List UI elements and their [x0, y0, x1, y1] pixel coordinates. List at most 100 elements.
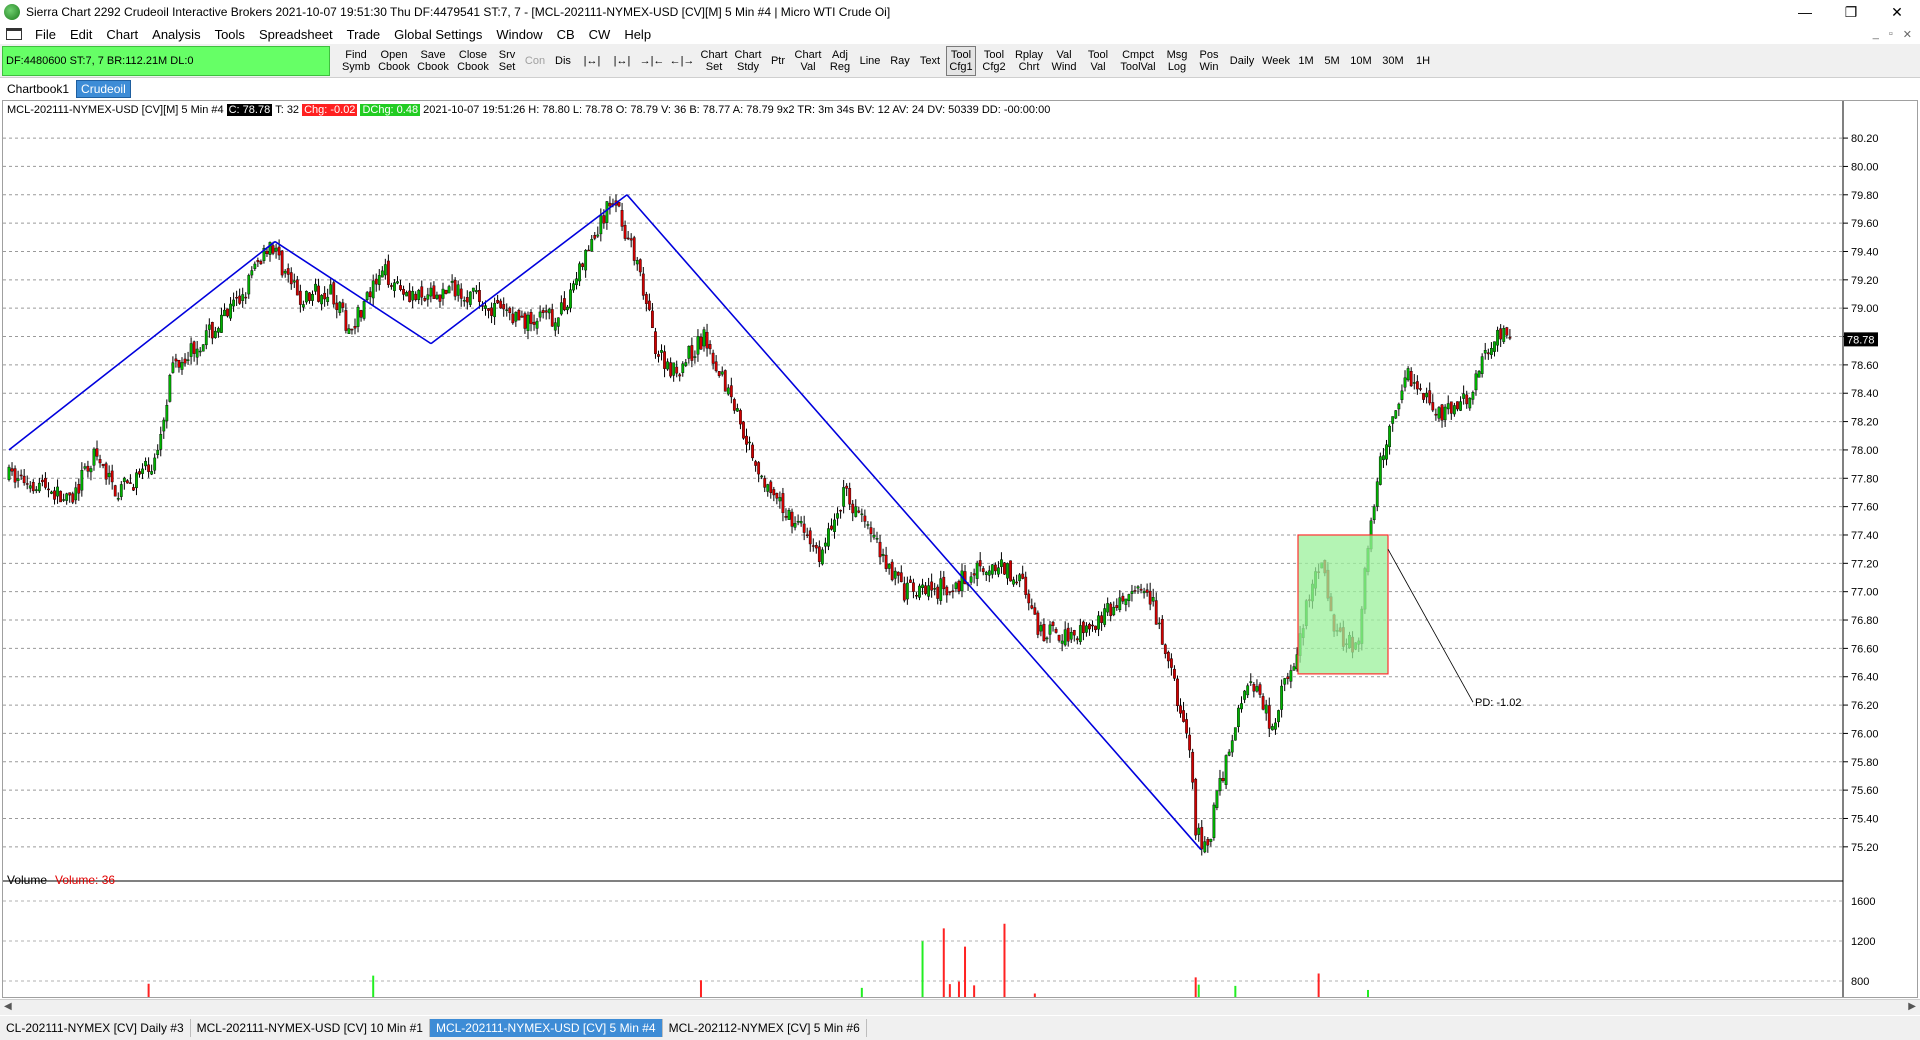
candle-body	[814, 544, 818, 549]
tool-val-button[interactable]: Tool Val	[1082, 46, 1114, 76]
candle-body	[517, 309, 521, 321]
candle-body	[1378, 456, 1382, 485]
menu-edit[interactable]: Edit	[63, 27, 99, 42]
candle-body	[162, 419, 166, 432]
menu-chart[interactable]: Chart	[99, 27, 145, 42]
chart-tab-mcl-202112-5min[interactable]: MCL-202112-NYMEX [CV] 5 Min #6	[663, 1019, 867, 1037]
scroll-left-icon[interactable]: ◀	[4, 1001, 12, 1012]
tool-cfg1-button[interactable]: Tool Cfg1	[946, 46, 976, 76]
1m-button[interactable]: 1M	[1294, 46, 1318, 76]
ray-button[interactable]: Ray	[886, 46, 914, 76]
candle-body	[939, 578, 943, 601]
highlight-rectangle	[1297, 534, 1389, 675]
system-menu-icon[interactable]	[6, 28, 22, 40]
5m-button[interactable]: 5M	[1320, 46, 1344, 76]
chart-header: MCL-202111-NYMEX-USD [CV][M] 5 Min #4 C:…	[7, 103, 1050, 117]
con-button[interactable]: Con	[522, 46, 548, 76]
menu-analysis[interactable]: Analysis	[145, 27, 207, 42]
30m-button[interactable]: 30M	[1378, 46, 1408, 76]
srv-set-button[interactable]: Srv Set	[494, 46, 520, 76]
menu-window[interactable]: Window	[489, 27, 549, 42]
candle-body	[1088, 623, 1091, 630]
week-button[interactable]: Week	[1260, 46, 1292, 76]
menu-tools[interactable]: Tools	[208, 27, 252, 42]
tool-8-button[interactable]: |↔|	[608, 46, 636, 76]
close-button[interactable]: ✕	[1874, 0, 1920, 24]
cmpct-toolval-button[interactable]: Cmpct ToolVal	[1116, 46, 1160, 76]
candle-body	[1124, 598, 1128, 605]
text-button[interactable]: Text	[916, 46, 944, 76]
candle-body	[990, 564, 994, 575]
candle-body	[745, 435, 748, 445]
candle-body	[1505, 327, 1509, 336]
tool-cfg2-button[interactable]: Tool Cfg2	[978, 46, 1010, 76]
tool-7-button[interactable]: |↔|	[578, 46, 606, 76]
chart-set-button[interactable]: Chart Set	[698, 46, 730, 76]
chart-stdy-button[interactable]: Chart Stdy	[732, 46, 764, 76]
close-cbook-button[interactable]: Close Cbook	[454, 46, 492, 76]
adj-reg-button[interactable]: Adj Reg	[826, 46, 854, 76]
chartbook-tab-crudeoil[interactable]: Crudeoil	[76, 80, 131, 98]
open-cbook-button[interactable]: Open Cbook	[376, 46, 412, 76]
candle-body	[104, 463, 108, 480]
candle-body	[711, 352, 715, 364]
menu-cb[interactable]: CB	[550, 27, 582, 42]
minimize-button[interactable]: —	[1782, 0, 1828, 24]
candle-body	[1456, 401, 1459, 410]
chart-tab-mcl-5min[interactable]: MCL-202111-NYMEX-USD [CV] 5 Min #4	[429, 1019, 663, 1037]
mdi-restore-button[interactable]: ▫	[1889, 28, 1893, 40]
candle-body	[972, 573, 976, 576]
restore-button[interactable]: ❐	[1828, 0, 1874, 24]
mdi-minimize-button[interactable]: _	[1873, 28, 1879, 40]
ptr-button[interactable]: Ptr	[766, 46, 790, 76]
candle-body	[204, 330, 208, 346]
candle-body	[1274, 722, 1277, 730]
mdi-close-button[interactable]: ✕	[1903, 28, 1912, 41]
menu-global-settings[interactable]: Global Settings	[387, 27, 489, 42]
price-tick-label: 78.00	[1851, 445, 1879, 457]
10m-button[interactable]: 10M	[1346, 46, 1376, 76]
candle-body	[1422, 392, 1425, 400]
candle-body	[1200, 827, 1204, 850]
chart-tab-cl-daily[interactable]: CL-202111-NYMEX [CV] Daily #3	[0, 1019, 191, 1037]
chart-window[interactable]: MCL-202111-NYMEX-USD [CV][M] 5 Min #4 C:…	[2, 100, 1918, 998]
scroll-right-icon[interactable]: ▶	[1908, 1001, 1916, 1012]
candle-body	[511, 313, 515, 324]
candle-body	[274, 247, 278, 252]
candle-body	[13, 468, 17, 483]
tool-9-button[interactable]: →|←	[638, 46, 666, 76]
candle-body	[1255, 686, 1259, 692]
candle-body	[908, 579, 912, 583]
daily-button[interactable]: Daily	[1226, 46, 1258, 76]
price-tick-label: 76.20	[1851, 700, 1879, 712]
horizontal-scrollbar[interactable]: ◀ ▶	[0, 999, 1920, 1015]
candle-body	[132, 487, 135, 491]
chartbook-tab-chartbook1[interactable]: Chartbook1	[2, 80, 74, 98]
rplay-chrt-button[interactable]: Rplay Chrt	[1012, 46, 1046, 76]
menu-spreadsheet[interactable]: Spreadsheet	[252, 27, 340, 42]
val-wind-button[interactable]: Val Wind	[1048, 46, 1080, 76]
candle-body	[860, 513, 864, 516]
menu-file[interactable]: File	[28, 27, 63, 42]
price-tick-label: 77.80	[1851, 473, 1879, 485]
candle-body	[839, 509, 842, 512]
price-chart[interactable]: 80.2080.0079.8079.6079.4079.2079.0078.80…	[3, 101, 1917, 997]
chart-val-button[interactable]: Chart Val	[792, 46, 824, 76]
dis-button[interactable]: Dis	[550, 46, 576, 76]
menu-trade[interactable]: Trade	[340, 27, 387, 42]
pos-win-button[interactable]: Pos Win	[1194, 46, 1224, 76]
find-symb-button[interactable]: Find Symb	[338, 46, 374, 76]
candle-body	[969, 576, 973, 583]
candle-body	[1409, 371, 1413, 387]
msg-log-button[interactable]: Msg Log	[1162, 46, 1192, 76]
chart-tab-mcl-10min[interactable]: MCL-202111-NYMEX-USD [CV] 10 Min #1	[191, 1019, 430, 1037]
tool-10-button[interactable]: ←|→	[668, 46, 696, 76]
candle-body	[177, 360, 181, 368]
candle-body	[851, 503, 855, 514]
menu-cw[interactable]: CW	[582, 27, 618, 42]
save-cbook-button[interactable]: Save Cbook	[414, 46, 452, 76]
1h-button[interactable]: 1H	[1410, 46, 1436, 76]
line-button[interactable]: Line	[856, 46, 884, 76]
candle-body	[283, 270, 287, 274]
menu-help[interactable]: Help	[617, 27, 658, 42]
